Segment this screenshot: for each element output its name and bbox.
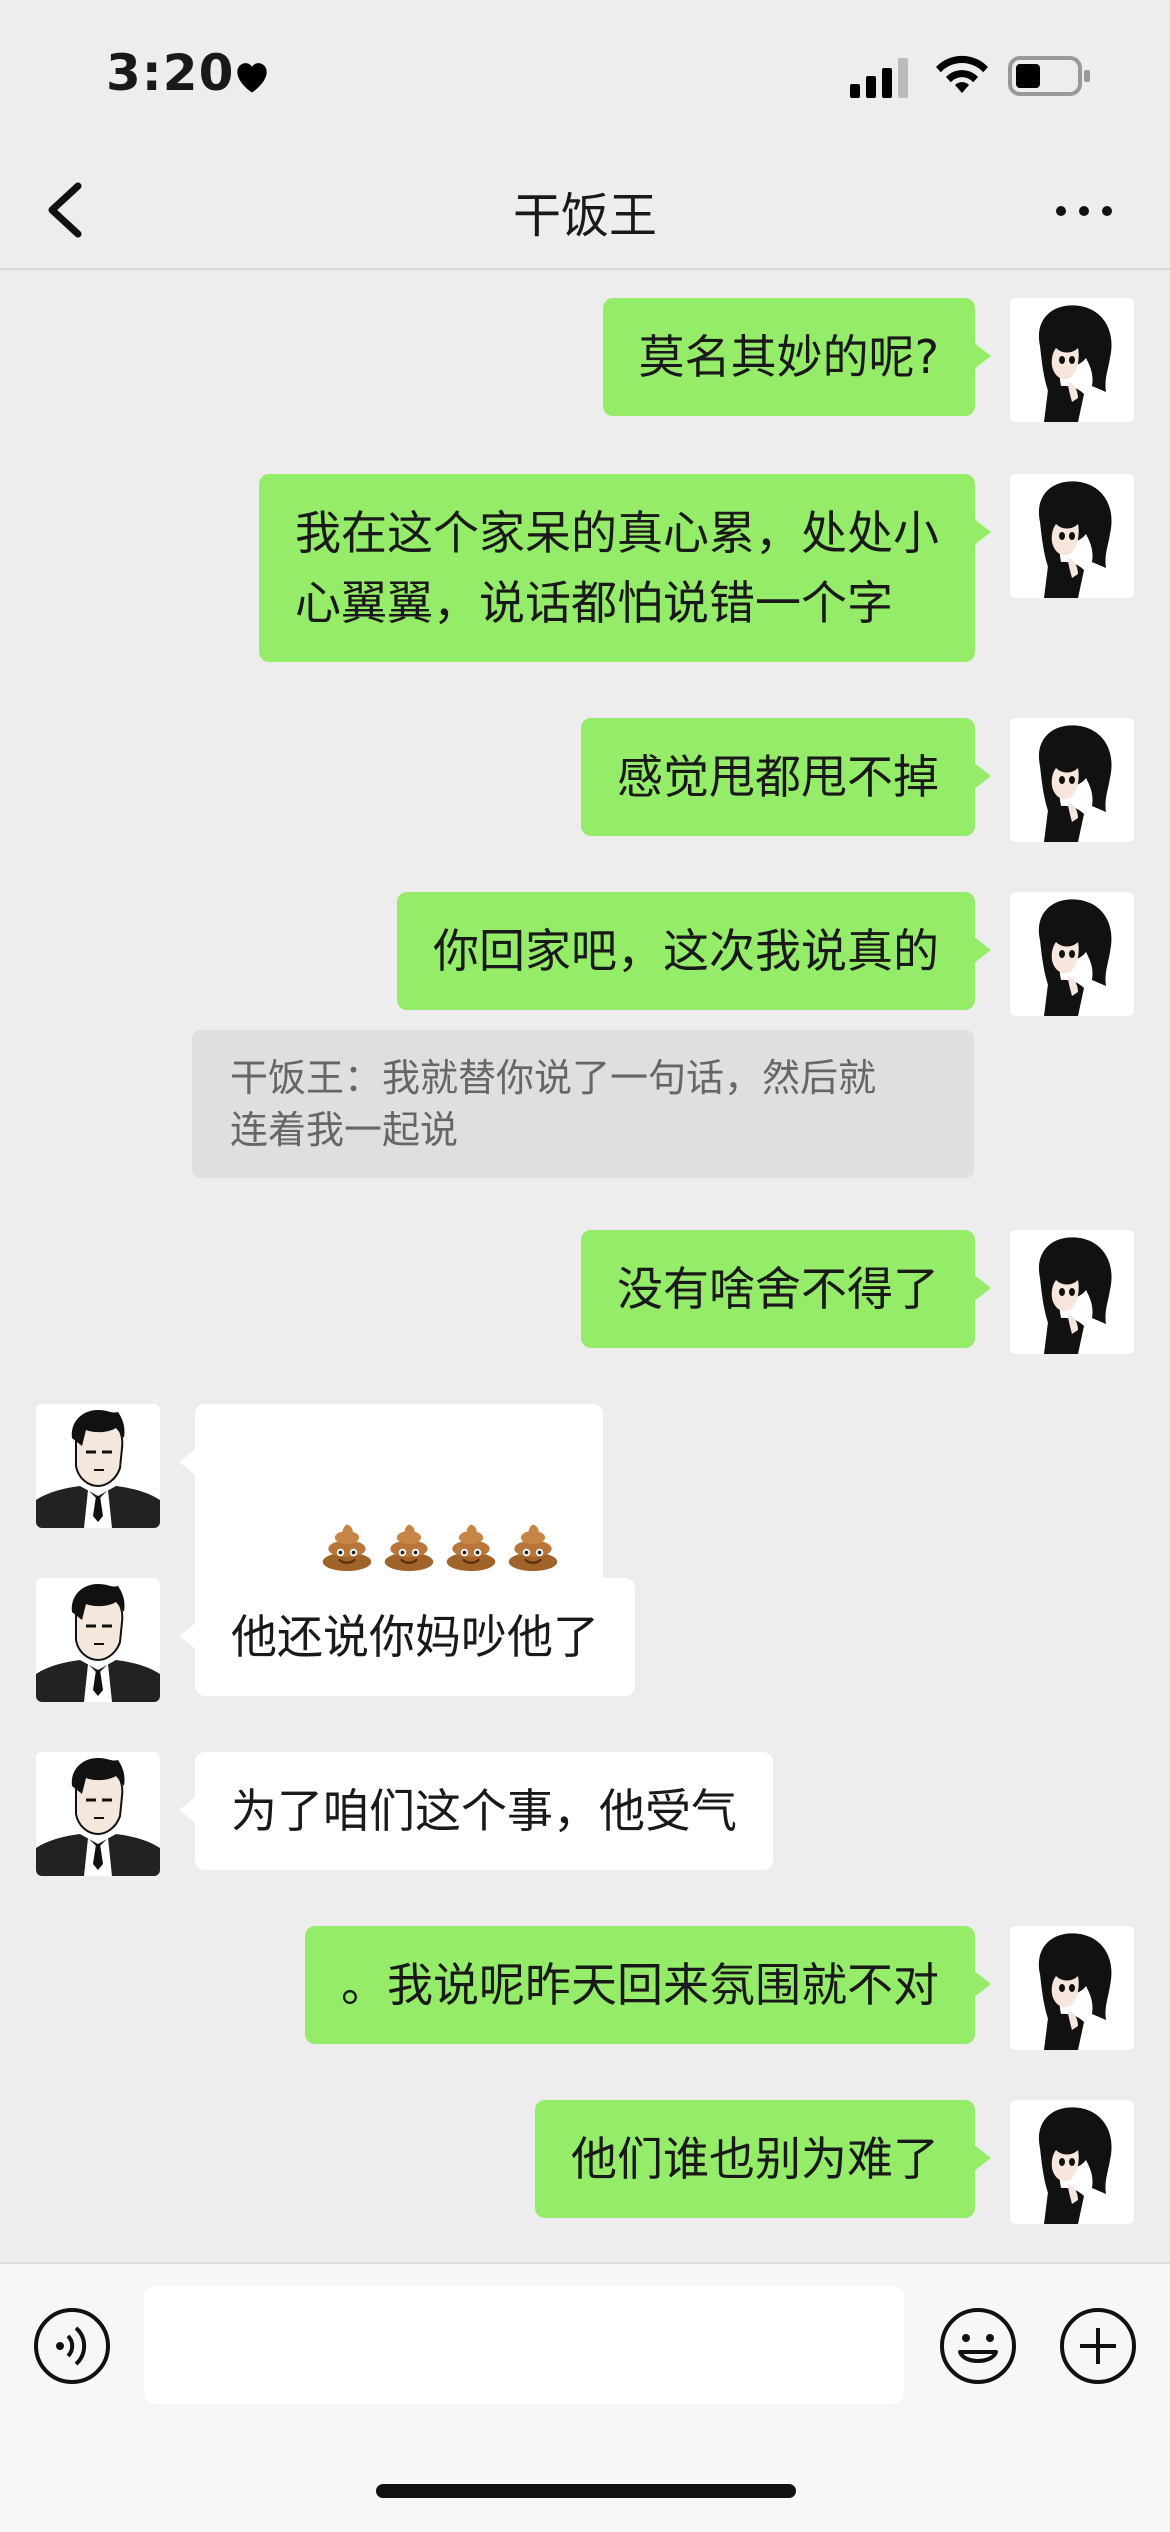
- pile-of-poo-icon: [381, 1517, 437, 1573]
- message-bubble[interactable]: 他们谁也别为难了: [535, 2100, 991, 2218]
- avatar[interactable]: [1010, 892, 1134, 1016]
- avatar[interactable]: [36, 1404, 160, 1528]
- signal-icon: [850, 58, 908, 98]
- emoji-icon[interactable]: [938, 2306, 1018, 2386]
- wifi-icon: [936, 55, 988, 93]
- avatar[interactable]: [36, 1578, 160, 1702]
- message-bubble[interactable]: 他还说你妈吵他了: [179, 1578, 635, 1696]
- message-input[interactable]: [144, 2286, 904, 2404]
- status-time: 3:20: [106, 44, 235, 102]
- message-bubble[interactable]: 。我说呢昨天回来氛围就不对: [305, 1926, 991, 2044]
- plus-icon[interactable]: [1058, 2306, 1138, 2386]
- battery-icon: [1008, 56, 1090, 96]
- quoted-reply[interactable]: 干饭王：我就替你说了一句话，然后就 连着我一起说: [192, 1030, 974, 1178]
- input-bar: [0, 2262, 1170, 2532]
- chat-area[interactable]: 莫名其妙的呢? 我在这个家呆的真心累，处处小 心翼翼，说话都怕说错一个字 感觉甩…: [0, 270, 1170, 2260]
- message-bubble[interactable]: 为了咱们这个事，他受气: [179, 1752, 773, 1870]
- message-bubble[interactable]: 你回家吧，这次我说真的: [397, 892, 991, 1010]
- pile-of-poo-icon: [319, 1517, 375, 1573]
- heart-icon: [237, 63, 267, 93]
- message-bubble[interactable]: 莫名其妙的呢?: [602, 298, 992, 416]
- avatar[interactable]: [1010, 474, 1134, 598]
- avatar[interactable]: [36, 1752, 160, 1876]
- home-indicator: [376, 2484, 796, 2498]
- avatar[interactable]: [1010, 1230, 1134, 1354]
- chat-header: 干饭王: [0, 150, 1170, 270]
- pile-of-poo-icon: [443, 1517, 499, 1573]
- avatar[interactable]: [1010, 1926, 1134, 2050]
- message-bubble[interactable]: 我在这个家呆的真心累，处处小 心翼翼，说话都怕说错一个字: [259, 474, 991, 662]
- avatar[interactable]: [1010, 2100, 1134, 2224]
- more-icon[interactable]: [1054, 204, 1114, 218]
- voice-icon[interactable]: [32, 2306, 112, 2386]
- chat-title: 干饭王: [512, 188, 657, 244]
- pile-of-poo-icon: [505, 1517, 561, 1573]
- message-bubble[interactable]: 感觉甩都甩不掉: [581, 718, 991, 836]
- avatar[interactable]: [1010, 298, 1134, 422]
- avatar[interactable]: [1010, 718, 1134, 842]
- status-bar: 3:20: [0, 0, 1170, 150]
- message-bubble[interactable]: 没有啥舍不得了: [581, 1230, 991, 1348]
